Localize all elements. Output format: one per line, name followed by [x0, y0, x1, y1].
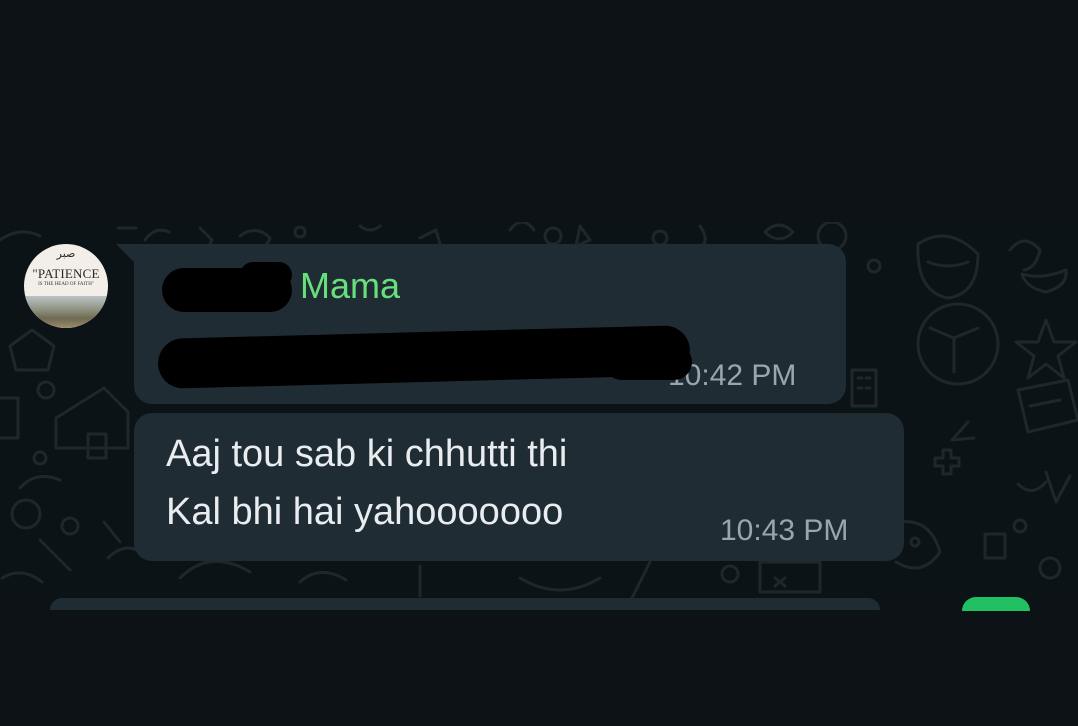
send-icon[interactable] — [962, 597, 1030, 611]
bubble-tail — [116, 244, 136, 264]
sender-name[interactable]: Mama — [300, 264, 400, 308]
avatar-landscape-image — [24, 296, 108, 328]
message-input-bar[interactable] — [50, 598, 880, 610]
redaction-mark-sender-tip — [240, 262, 292, 288]
avatar-subtitle-text: IS THE HEAD OF FAITH" — [38, 282, 94, 287]
top-dark-band — [0, 0, 1078, 222]
message-timestamp: 10:43 PM — [720, 514, 849, 547]
bottom-dark-band — [0, 604, 1078, 726]
redaction-mark-message-end — [604, 344, 692, 380]
message-text: Aaj tou sab ki chhutti thi Kal bhi hai y… — [166, 433, 568, 533]
avatar-script-text: صبر — [56, 247, 76, 260]
contact-avatar[interactable]: صبر "PATIENCE IS THE HEAD OF FAITH" — [24, 244, 108, 328]
avatar-title-text: "PATIENCE — [32, 266, 100, 281]
chat-screen: صبر "PATIENCE IS THE HEAD OF FAITH" Mama… — [0, 0, 1078, 726]
